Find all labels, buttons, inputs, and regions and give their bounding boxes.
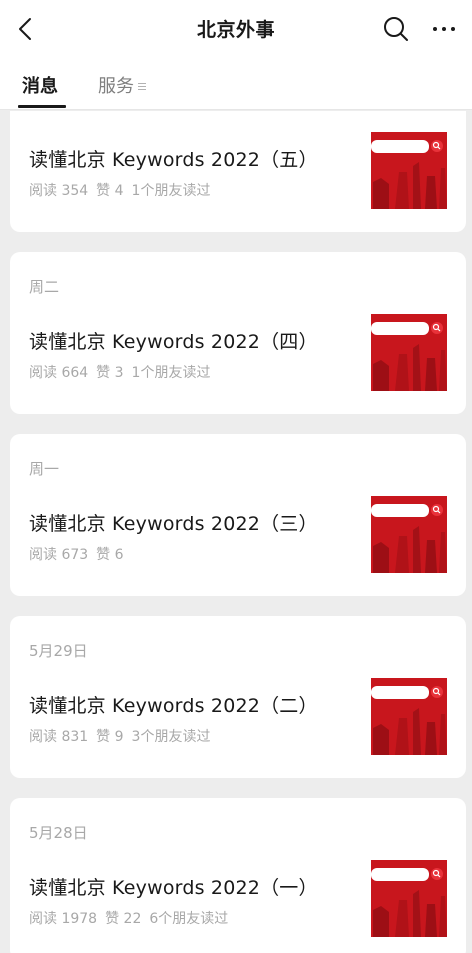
more-button[interactable] xyxy=(428,15,460,43)
article-title: 读懂北京 Keywords 2022（五） xyxy=(29,149,318,171)
article-meta: 阅读 664 赞 3 1个朋友读过 xyxy=(29,362,218,382)
friends-read: 1个朋友读过 xyxy=(131,365,211,381)
article-card[interactable]: 周一 读懂北京 Keywords 2022（三） 阅读 673 赞 6 xyxy=(10,434,466,596)
article-meta: 阅读 354 赞 4 1个朋友读过 xyxy=(29,180,218,200)
menu-lines-icon xyxy=(138,82,146,90)
friends-read: 3个朋友读过 xyxy=(131,729,211,745)
like-count: 赞 4 xyxy=(96,183,124,199)
read-count: 阅读 1978 xyxy=(29,911,98,927)
search-button[interactable] xyxy=(382,15,410,43)
tab-bar: 消息 服务 xyxy=(0,58,472,110)
friends-read: 6个朋友读过 xyxy=(149,911,229,927)
friends-read: 1个朋友读过 xyxy=(131,183,211,199)
article-title: 读懂北京 Keywords 2022（一） xyxy=(29,877,318,899)
article-card[interactable]: 周二 读懂北京 Keywords 2022（四） 阅读 664 赞 3 1个朋友读过 xyxy=(10,252,466,414)
article-meta: 阅读 1978 赞 22 6个朋友读过 xyxy=(29,908,236,928)
read-count: 阅读 831 xyxy=(29,729,89,745)
article-thumbnail xyxy=(371,678,447,755)
tab-services[interactable]: 服务 xyxy=(98,72,146,98)
article-card[interactable]: 读懂北京 Keywords 2022（五） 阅读 354 赞 4 1个朋友读过 xyxy=(10,111,466,232)
article-title: 读懂北京 Keywords 2022（四） xyxy=(29,331,318,353)
read-count: 阅读 673 xyxy=(29,547,89,563)
article-card[interactable]: 5月28日 读懂北京 Keywords 2022（一） 阅读 1978 赞 22 6… xyxy=(10,798,466,953)
tab-messages[interactable]: 消息 xyxy=(22,72,58,98)
like-count: 赞 3 xyxy=(96,365,124,381)
article-thumbnail xyxy=(371,314,447,391)
read-count: 阅读 354 xyxy=(29,183,89,199)
article-meta: 阅读 831 赞 9 3个朋友读过 xyxy=(29,726,218,746)
top-bar: 北京外事 xyxy=(0,0,472,58)
article-date: 周一 xyxy=(29,460,60,478)
article-date: 5月29日 xyxy=(29,642,88,660)
like-count: 赞 9 xyxy=(96,729,124,745)
article-feed[interactable]: 读懂北京 Keywords 2022（五） 阅读 354 赞 4 1个朋友读过 周二… xyxy=(0,111,472,953)
article-meta: 阅读 673 赞 6 xyxy=(29,544,140,564)
article-card[interactable]: 5月29日 读懂北京 Keywords 2022（二） 阅读 831 赞 9 3个朋… xyxy=(10,616,466,778)
search-icon xyxy=(384,17,408,41)
like-count: 赞 22 xyxy=(105,911,142,927)
article-thumbnail xyxy=(371,496,447,573)
article-title: 读懂北京 Keywords 2022（二） xyxy=(29,695,318,717)
read-count: 阅读 664 xyxy=(29,365,89,381)
article-thumbnail xyxy=(371,132,447,209)
article-title: 读懂北京 Keywords 2022（三） xyxy=(29,513,318,535)
tab-services-label: 服务 xyxy=(98,76,134,97)
like-count: 赞 6 xyxy=(96,547,124,563)
article-date: 周二 xyxy=(29,278,60,296)
article-date: 5月28日 xyxy=(29,824,88,842)
more-icon xyxy=(433,27,437,31)
article-thumbnail xyxy=(371,860,447,937)
active-tab-indicator xyxy=(18,105,66,108)
